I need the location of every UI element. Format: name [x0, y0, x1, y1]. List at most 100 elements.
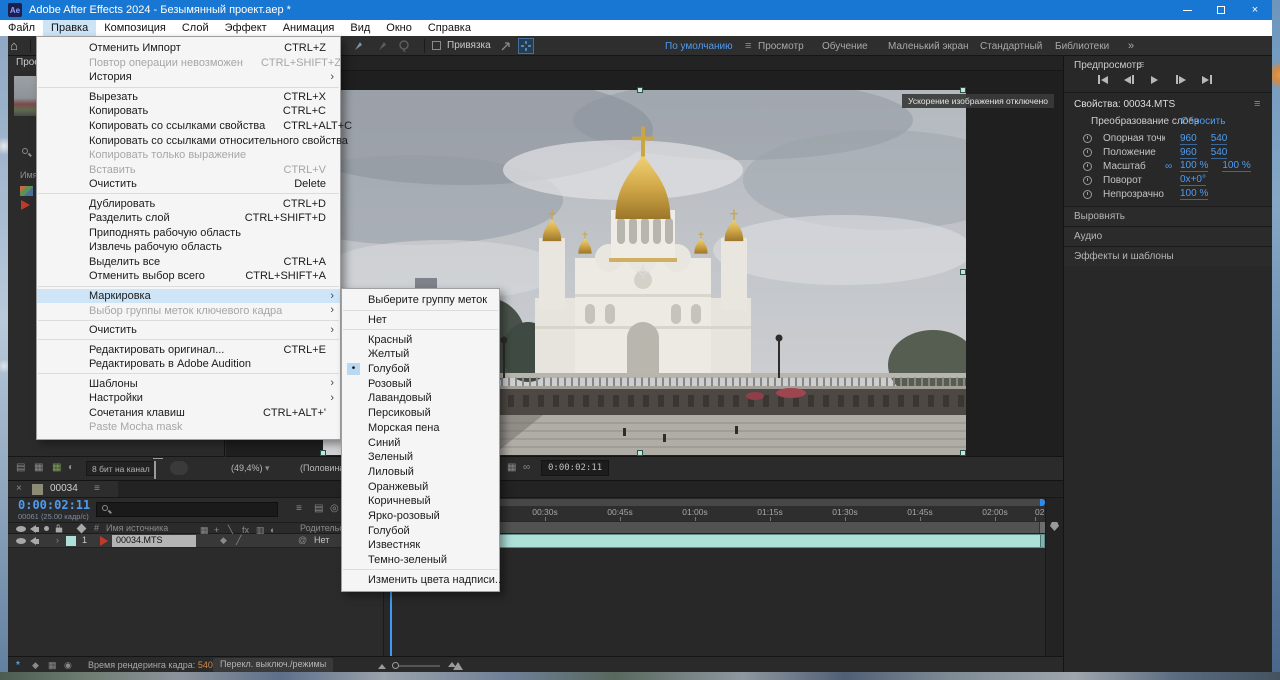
source-column-label[interactable]: Имя источника [106, 523, 168, 533]
parent-dropdown[interactable]: Нет [314, 535, 329, 545]
layer-visibility-icon[interactable] [16, 538, 26, 544]
menu-item[interactable]: Желтый [342, 347, 499, 362]
menu-item[interactable]: Очистить› [37, 323, 340, 338]
workspace-menu-icon[interactable]: ≡ [745, 36, 751, 56]
menu-item[interactable]: Лиловый [342, 465, 499, 480]
timeline-zoom-track[interactable] [392, 665, 440, 667]
menu-item[interactable]: Выберите группу меток [342, 293, 499, 308]
layer-effects-icon[interactable]: ╱ [236, 535, 241, 546]
menu-item[interactable]: Шаблоны› [37, 376, 340, 391]
project-name-column[interactable]: Имя [20, 170, 38, 180]
selection-handle[interactable] [637, 450, 643, 456]
transparency-grid-icon[interactable]: ▦ [507, 462, 516, 473]
menu-item[interactable]: Извлечь рабочую область [37, 240, 340, 255]
pen-tool-icon[interactable] [352, 40, 364, 52]
selection-handle[interactable] [320, 450, 326, 456]
pixel-aspect-icon[interactable]: ∞ [523, 462, 530, 473]
timeline-search-input[interactable] [96, 502, 278, 517]
menubar-item-композиция[interactable]: Композиция [96, 20, 174, 36]
anchor-point[interactable] [636, 265, 650, 279]
workspace-tab[interactable]: Просмотр [758, 36, 804, 56]
zoom-out-icon[interactable] [378, 664, 386, 669]
stopwatch-icon[interactable] [1083, 176, 1092, 185]
menu-item[interactable]: Синий [342, 435, 499, 450]
menu-item[interactable]: Ярко-розовый [342, 509, 499, 524]
layer-audio-icon[interactable] [30, 537, 39, 545]
minimize-button[interactable] [1170, 0, 1204, 20]
menu-item[interactable]: Приподнять рабочую область [37, 226, 340, 241]
project-toggle-pill[interactable] [170, 461, 188, 475]
menu-item[interactable]: ОчиститьDelete [37, 177, 340, 192]
menu-item[interactable]: Выбор группы меток ключевого кадра› [37, 303, 340, 318]
previous-frame-button[interactable] [1120, 73, 1137, 86]
draft-3d-icon[interactable]: ▤ [314, 503, 323, 514]
flowchart-icon[interactable]: ≡ [296, 503, 302, 514]
workspace-tab[interactable]: Библиотеки [1055, 36, 1109, 56]
menubar-item-файл[interactable]: Файл [0, 20, 43, 36]
layer-name[interactable]: 00034.MTS [112, 535, 196, 547]
property-value[interactable]: 100 % [1222, 160, 1250, 172]
menu-item[interactable]: Отменить выбор всегоCTRL+SHIFT+A [37, 269, 340, 284]
timeline-zoom-knob[interactable] [392, 662, 399, 669]
cache-icon[interactable]: ◆ [32, 660, 39, 671]
selection-handle[interactable] [960, 87, 966, 93]
menu-item[interactable]: Коричневый [342, 494, 499, 509]
play-button[interactable] [1146, 73, 1163, 86]
work-area-end-handle[interactable] [1039, 522, 1045, 533]
lasso-tool-icon[interactable] [398, 40, 410, 52]
menubar-item-справка[interactable]: Справка [420, 20, 479, 36]
current-timecode[interactable]: 0:00:02:11 [18, 498, 90, 512]
menubar-item-анимация[interactable]: Анимация [275, 20, 343, 36]
property-value[interactable]: 540 [1211, 133, 1228, 145]
composition-item-icon[interactable] [20, 186, 33, 196]
menu-item[interactable]: Морская пена [342, 421, 499, 436]
menu-item[interactable]: Сочетания клавишCTRL+ALT+' [37, 406, 340, 421]
collapsed-panel-аудио[interactable]: Аудио [1064, 226, 1273, 246]
toggle-switches-modes-button[interactable]: Перекл. выключ./режимы [213, 658, 333, 672]
collapsed-panel-выровнять[interactable]: Выровнять [1064, 206, 1273, 226]
close-tab-icon[interactable]: × [16, 483, 22, 494]
snap-checkbox[interactable] [432, 41, 441, 50]
menu-item[interactable]: Копировать со ссылками свойстваCTRL+ALT+… [37, 119, 340, 134]
last-frame-button[interactable] [1198, 73, 1215, 86]
menu-item[interactable]: ВырезатьCTRL+X [37, 90, 340, 105]
collapsed-panel-эффекты-и-шаблоны[interactable]: Эффекты и шаблоны [1064, 246, 1273, 266]
workspace-overflow-icon[interactable]: » [1128, 36, 1134, 56]
menu-item[interactable]: Редактировать оригинал...CTRL+E [37, 342, 340, 357]
comp-marker-icon[interactable] [1050, 522, 1059, 531]
timeline-tab-menu-icon[interactable]: ≡ [94, 483, 100, 494]
stopwatch-icon[interactable] [1083, 190, 1092, 199]
menu-item[interactable]: Зеленый [342, 450, 499, 465]
next-frame-button[interactable] [1172, 73, 1189, 86]
close-button[interactable]: × [1238, 0, 1272, 20]
menubar-item-окно[interactable]: Окно [378, 20, 420, 36]
layer-quality-icon[interactable]: ◆ [220, 535, 227, 546]
timeline-tab-label[interactable]: 00034 [50, 483, 78, 494]
first-frame-button[interactable] [1094, 73, 1111, 86]
menu-item[interactable]: Известняк [342, 538, 499, 553]
media-icon[interactable]: ◉ [64, 660, 72, 671]
maximize-button[interactable] [1204, 0, 1238, 20]
zoom-in-icon[interactable] [448, 662, 463, 670]
properties-menu-icon[interactable]: ≡ [1254, 98, 1260, 110]
menu-item[interactable]: ДублироватьCTRL+D [37, 196, 340, 211]
footage-item-icon[interactable] [21, 200, 30, 210]
menu-item[interactable]: Лавандовый [342, 391, 499, 406]
menu-item[interactable]: Темно-зеленый [342, 553, 499, 568]
menu-item[interactable]: Изменить цвета надписи... [342, 572, 499, 587]
layer-label-swatch[interactable] [66, 536, 76, 546]
workspace-tab[interactable]: Маленький экран [888, 36, 969, 56]
magnification-dropdown[interactable]: (49,4%) ▾ [231, 463, 270, 474]
selection-handle[interactable] [637, 87, 643, 93]
menu-item[interactable]: История› [37, 70, 340, 85]
workspace-tab[interactable]: Стандартный [980, 36, 1042, 56]
frame-blending-icon[interactable]: ◎ [330, 503, 339, 514]
link-icon[interactable]: ∞ [1165, 161, 1180, 172]
trash-icon[interactable] [154, 461, 156, 479]
menu-item[interactable]: Настройки› [37, 391, 340, 406]
layer-expand-icon[interactable]: › [56, 535, 59, 545]
snap-label[interactable]: Привязка [447, 40, 491, 51]
property-value[interactable]: 100 % [1180, 160, 1208, 172]
navigator-end-handle[interactable] [1040, 499, 1045, 506]
layer-row[interactable]: › 1 00034.MTS ◆ ╱ @ Нет [8, 534, 383, 548]
